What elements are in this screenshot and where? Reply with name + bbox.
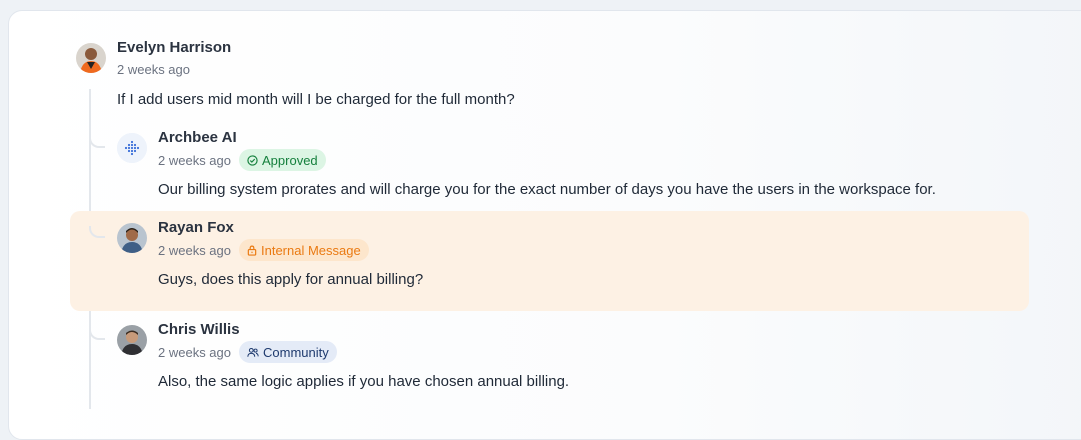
avatar-archbee-ai[interactable] (117, 133, 147, 163)
internal-message-badge: Internal Message (239, 239, 369, 261)
reply-author[interactable]: Rayan Fox (158, 219, 234, 236)
comment-author[interactable]: Evelyn Harrison (117, 39, 231, 56)
avatar-evelyn-harrison[interactable] (76, 43, 106, 73)
community-badge: Community (239, 341, 337, 363)
reply-text: Also, the same logic applies if you have… (158, 373, 570, 390)
reply-meta: 2 weeks ago Community (158, 341, 337, 363)
comment-meta: 2 weeks ago (117, 62, 190, 77)
reply-author[interactable]: Chris Willis (158, 321, 240, 338)
reply-timestamp: 2 weeks ago (158, 344, 231, 360)
approved-badge: Approved (239, 149, 326, 171)
comment-text: If I add users mid month will I be charg… (117, 91, 515, 108)
badge-label: Community (263, 344, 329, 360)
comment-timestamp: 2 weeks ago (117, 62, 190, 77)
reply-meta: 2 weeks ago Internal Message (158, 239, 369, 261)
users-icon (247, 347, 259, 357)
check-circle-icon (247, 154, 258, 166)
avatar-rayan-fox[interactable] (117, 223, 147, 253)
badge-label: Internal Message (261, 242, 361, 258)
reply-timestamp: 2 weeks ago (158, 152, 231, 168)
reply-text: Guys, does this apply for annual billing… (158, 271, 424, 288)
reply-text: Our billing system prorates and will cha… (158, 181, 936, 198)
reply-meta: 2 weeks ago Approved (158, 149, 326, 171)
reply-timestamp: 2 weeks ago (158, 242, 231, 258)
avatar-chris-willis[interactable] (117, 325, 147, 355)
reply-author[interactable]: Archbee AI (158, 129, 237, 146)
badge-label: Approved (262, 152, 318, 168)
lock-icon (247, 245, 257, 256)
archbee-logo-icon (117, 133, 147, 163)
